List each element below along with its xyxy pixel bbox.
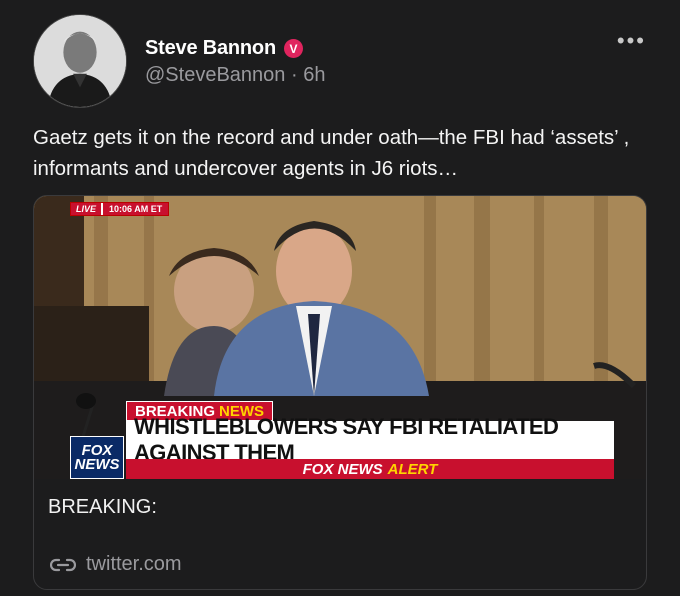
live-indicator: LIVE 10:06 AM ET: [70, 202, 170, 216]
author-name[interactable]: Steve Bannon: [145, 37, 276, 60]
live-time: 10:06 AM ET: [103, 203, 169, 215]
avatar[interactable]: [33, 14, 127, 108]
alert-word: ALERT: [387, 460, 438, 478]
more-options-icon[interactable]: •••: [617, 30, 646, 52]
verified-badge-icon: V: [283, 39, 303, 58]
author-name-row: Steve Bannon V: [145, 37, 303, 60]
avatar-image: [34, 15, 126, 107]
logo-line2: NEWS: [74, 455, 120, 473]
author-handle-row: @SteveBannon · 6h: [145, 64, 325, 87]
card-title: BREAKING:: [48, 496, 157, 518]
author-handle[interactable]: @SteveBannon: [145, 64, 285, 86]
link-card[interactable]: LIVE 10:06 AM ET BREAKING NEWS WHISTLEBL…: [33, 195, 647, 590]
fox-news-logo: FOX NEWS: [70, 436, 124, 479]
tweet-time[interactable]: 6h: [303, 64, 325, 86]
card-domain: twitter.com: [86, 553, 182, 575]
alert-label: FOX NEWS: [302, 460, 383, 478]
separator: ·: [290, 64, 298, 86]
link-icon: [50, 558, 76, 571]
live-label: LIVE: [71, 203, 102, 215]
card-domain-row[interactable]: twitter.com: [50, 553, 182, 576]
card-media-image[interactable]: LIVE 10:06 AM ET BREAKING NEWS WHISTLEBL…: [34, 196, 646, 479]
tweet-text: Gaetz gets it on the record and under oa…: [33, 126, 630, 180]
fox-alert-bar: FOX NEWS ALERT: [126, 459, 614, 479]
news-headline: WHISTLEBLOWERS SAY FBI RETALIATED AGAINS…: [126, 414, 614, 465]
